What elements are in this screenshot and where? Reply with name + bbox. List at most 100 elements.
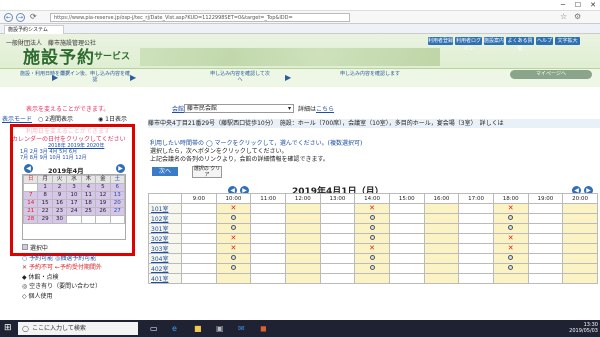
hour-header: 10:00 [215, 193, 252, 204]
browser-titlebar: ─ ☐ ✕ [0, 0, 600, 11]
office-icon[interactable]: ◼ [260, 324, 270, 333]
room-link[interactable]: 302室 [148, 233, 182, 244]
time-slot [319, 243, 356, 254]
task-view-icon[interactable]: ▭ [150, 324, 160, 333]
time-slot [562, 233, 598, 244]
time-slot[interactable] [492, 213, 529, 224]
legend-item: ✕ 予約不可 ←予約受付期間外 [22, 264, 102, 271]
available-icon[interactable] [230, 265, 236, 270]
time-slot [423, 223, 460, 234]
time-slot[interactable] [492, 263, 529, 274]
mode-1day-radio[interactable]: ◉ 1日表示 [98, 114, 127, 123]
time-slot [388, 233, 425, 244]
available-icon[interactable] [369, 215, 375, 220]
maximize-icon[interactable]: ☐ [571, 1, 585, 10]
time-slot[interactable] [215, 263, 252, 274]
nav-faq[interactable]: よくある質問 [506, 37, 534, 52]
time-slot [527, 273, 564, 284]
url-input[interactable]: https://www.pia-reserve.jp/osp-j/tec_rj/… [50, 13, 350, 22]
unavailable-icon: ✕ [230, 204, 237, 212]
time-slot [250, 263, 286, 274]
room-link[interactable]: 301室 [148, 223, 182, 234]
available-icon[interactable] [230, 255, 236, 260]
time-slot [562, 273, 598, 284]
clear-selection-button[interactable]: 選択の クリア [192, 166, 222, 178]
minimize-icon[interactable]: ─ [556, 1, 570, 10]
time-slot[interactable] [215, 253, 252, 264]
available-icon[interactable] [508, 265, 514, 270]
tab-active[interactable]: 施設予約システム [4, 25, 64, 34]
time-slot [250, 203, 286, 214]
room-link[interactable]: 402室 [148, 263, 182, 274]
instruction-1: 利用したい時間帯の ◯ マークをクリックして，選んでください。(複数選択可) [150, 140, 363, 147]
time-slot [562, 213, 598, 224]
unavailable-icon: ✕ [507, 204, 514, 212]
available-icon[interactable] [369, 265, 375, 270]
time-slot[interactable] [354, 233, 390, 244]
time-slot[interactable] [215, 213, 252, 224]
time-slot [250, 223, 286, 234]
facility-select[interactable]: 藤市民会館 ▾ [184, 104, 294, 113]
time-slot[interactable] [492, 223, 529, 234]
time-slot [423, 213, 460, 224]
time-slot [284, 233, 321, 244]
time-slot[interactable] [215, 223, 252, 234]
available-icon[interactable] [508, 225, 514, 230]
taskbar-search-input[interactable]: ここに入力して検索 [18, 322, 138, 335]
table-row: 101室 ✕ ✕ ✕ [148, 203, 598, 214]
facility-type-link[interactable]: 会館 [172, 104, 184, 113]
mode-2week-radio[interactable]: ○ 2週間表示 [38, 114, 73, 123]
mypage-button[interactable]: マイページへ [510, 70, 592, 79]
available-icon[interactable] [230, 215, 236, 220]
settings-icon[interactable]: ⚙ [574, 12, 581, 21]
available-icon[interactable] [508, 255, 514, 260]
legend: 選択中 ○ 予約可能 ◎抽選予約可能 ✕ 予約不可 ←予約受付期間外 ◆ 休館・… [22, 244, 132, 301]
mail-icon[interactable]: ✉ [238, 324, 248, 333]
nav-register[interactable]: 利用者登録 [428, 37, 453, 45]
nav-facilities[interactable]: 施設案内 [484, 37, 504, 45]
address-bar: ← → ⟳ https://www.pia-reserve.jp/osp-j/t… [0, 11, 600, 24]
back-icon[interactable]: ← [4, 13, 13, 22]
forward-icon[interactable]: → [16, 13, 25, 22]
time-slot[interactable] [354, 213, 390, 224]
legend-item: ◆ 休館・点検 [22, 273, 59, 281]
hour-header: 11:00 [250, 193, 286, 204]
time-slot [562, 223, 598, 234]
time-slot [423, 253, 460, 264]
close-icon[interactable]: ✕ [586, 1, 600, 10]
available-icon[interactable] [508, 215, 514, 220]
nav-help[interactable]: ヘルプ [536, 37, 553, 45]
table-row: 301室 [148, 223, 598, 234]
time-slot [458, 213, 494, 224]
available-icon[interactable] [369, 255, 375, 260]
edge-icon[interactable]: e [172, 324, 182, 333]
detail-link[interactable]: こちら [316, 106, 334, 113]
room-link[interactable]: 101室 [148, 203, 182, 214]
nav-font-size[interactable]: 文字拡大 [555, 37, 580, 45]
room-link[interactable]: 304室 [148, 253, 182, 264]
time-slot[interactable] [354, 263, 390, 274]
hour-header: 18:00 [492, 193, 529, 204]
store-icon[interactable]: ▣ [216, 324, 226, 333]
room-link[interactable]: 401室 [148, 273, 182, 284]
time-slot [458, 203, 494, 214]
time-slot[interactable] [354, 223, 390, 234]
windows-start-icon[interactable]: ⊞ [4, 323, 14, 333]
legend-item: ○ 予約可能 ◎抽選予約可能 [22, 254, 97, 262]
star-icon[interactable]: ☆ [560, 12, 567, 21]
refresh-icon[interactable]: ⟳ [30, 12, 37, 21]
time-slot [388, 223, 425, 234]
time-slot [319, 263, 356, 274]
room-link[interactable]: 303室 [148, 243, 182, 254]
time-slot[interactable] [354, 253, 390, 264]
available-icon[interactable] [369, 225, 375, 230]
folder-icon[interactable]: ■ [194, 324, 204, 333]
next-button[interactable]: 次へ [152, 167, 178, 176]
time-slot[interactable] [492, 253, 529, 264]
nav-login[interactable]: 利用者ログイン [455, 37, 482, 52]
room-link[interactable]: 102室 [148, 213, 182, 224]
available-icon[interactable] [369, 235, 375, 240]
available-icon[interactable] [230, 225, 236, 230]
table-row: 102室 [148, 213, 598, 224]
time-slot [562, 253, 598, 264]
